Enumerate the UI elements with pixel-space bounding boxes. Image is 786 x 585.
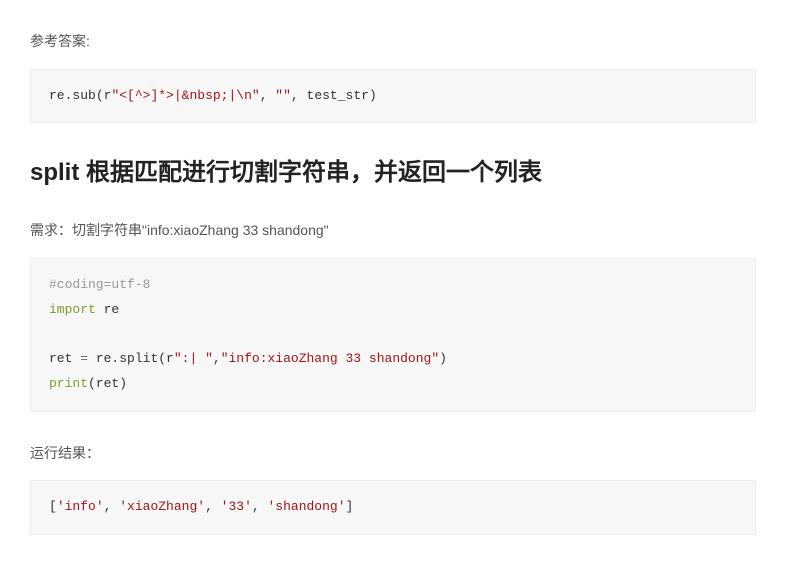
code-text: , — [213, 351, 221, 366]
code-text: ( — [96, 88, 104, 103]
code-text: test_str — [307, 88, 369, 103]
code-text: , — [205, 499, 221, 514]
code-string: "" — [275, 88, 291, 103]
code-string: "info:xiaoZhang 33 shandong" — [221, 351, 439, 366]
reference-answer-label: 参考答案: — [30, 30, 756, 54]
code-text: re.sub — [49, 88, 96, 103]
code-string: 'info' — [57, 499, 104, 514]
code-string: " — [252, 88, 260, 103]
code-text: ) — [439, 351, 447, 366]
code-keyword: import — [49, 302, 96, 317]
code-string: <[^>]*>|&nbsp;|\n — [119, 88, 252, 103]
code-text: , — [104, 499, 120, 514]
code-text: (ret) — [88, 376, 127, 391]
code-text: ] — [346, 499, 354, 514]
result-label: 运行结果： — [30, 442, 756, 466]
section-heading-split: split 根据匹配进行切割字符串，并返回一个列表 — [30, 153, 756, 194]
code-string: '33' — [221, 499, 252, 514]
code-text: ) — [369, 88, 377, 103]
code-text: [ — [49, 499, 57, 514]
code-string: 'shandong' — [268, 499, 346, 514]
demand-paragraph: 需求：切割字符串"info:xiaoZhang 33 shandong" — [30, 219, 756, 243]
code-keyword: print — [49, 376, 88, 391]
code-string: ":| " — [174, 351, 213, 366]
code-text: r — [166, 351, 174, 366]
code-comment: #coding=utf-8 — [49, 277, 150, 292]
code-string: 'xiaoZhang' — [119, 499, 205, 514]
code-block-output: ['info', 'xiaoZhang', '33', 'shandong'] — [30, 480, 756, 535]
code-block-split: #coding=utf-8 import re ret = re.split(r… — [30, 258, 756, 411]
code-block-sub: re.sub(r"<[^>]*>|&nbsp;|\n", "", test_st… — [30, 69, 756, 124]
code-text: , — [291, 88, 307, 103]
code-text: , — [252, 499, 268, 514]
code-text: , — [260, 88, 276, 103]
code-text: re — [96, 302, 119, 317]
code-text: ret — [49, 351, 80, 366]
code-operator: = — [80, 351, 88, 366]
code-text: re.split( — [88, 351, 166, 366]
